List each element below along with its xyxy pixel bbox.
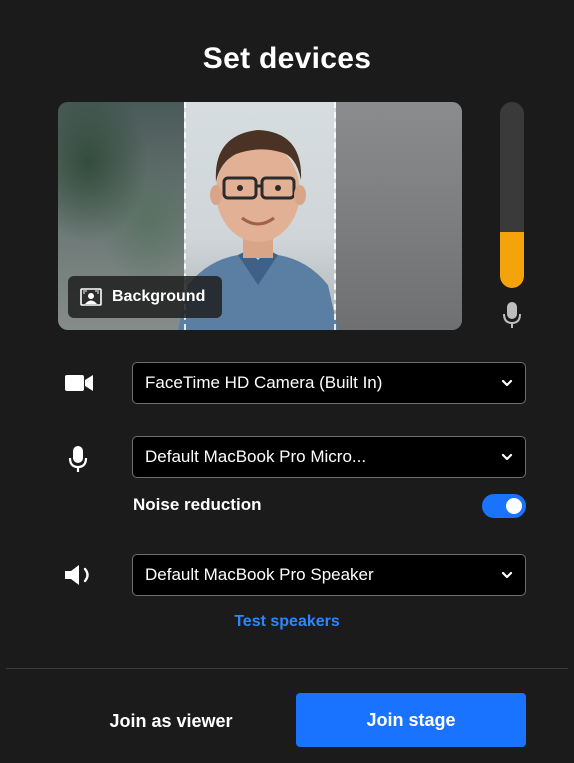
join-as-viewer-button[interactable]: Join as viewer xyxy=(86,696,256,746)
footer-divider xyxy=(6,668,568,669)
mic-level-meter xyxy=(500,102,524,288)
crop-guide-right xyxy=(334,102,336,330)
camera-select-value: FaceTime HD Camera (Built In) xyxy=(145,373,383,392)
microphone-icon xyxy=(503,302,521,328)
page-title: Set devices xyxy=(202,42,372,75)
camera-preview: Background xyxy=(58,102,462,330)
microphone-icon xyxy=(68,446,88,472)
toggle-knob xyxy=(506,498,522,514)
chevron-down-icon xyxy=(501,453,513,461)
microphone-select-value: Default MacBook Pro Micro... xyxy=(145,447,367,466)
video-camera-icon xyxy=(65,375,93,391)
speaker-select[interactable]: Default MacBook Pro Speaker xyxy=(132,554,526,596)
noise-reduction-label: Noise reduction xyxy=(133,495,262,514)
background-button-label: Background xyxy=(112,288,206,305)
background-person-icon xyxy=(80,288,102,306)
preview-background-right xyxy=(336,102,462,330)
chevron-down-icon xyxy=(501,571,513,579)
test-speakers-link[interactable]: Test speakers xyxy=(6,613,568,631)
set-devices-panel: Set devices Background FaceTime HD Camer… xyxy=(6,0,568,763)
noise-reduction-toggle[interactable] xyxy=(482,494,526,518)
join-stage-button[interactable]: Join stage xyxy=(296,693,526,747)
speaker-select-value: Default MacBook Pro Speaker xyxy=(145,565,374,584)
microphone-select[interactable]: Default MacBook Pro Micro... xyxy=(132,436,526,478)
speaker-icon xyxy=(65,565,89,585)
camera-select[interactable]: FaceTime HD Camera (Built In) xyxy=(132,362,526,404)
chevron-down-icon xyxy=(501,379,513,387)
background-button[interactable]: Background xyxy=(68,276,222,318)
mic-level-fill xyxy=(500,232,524,288)
